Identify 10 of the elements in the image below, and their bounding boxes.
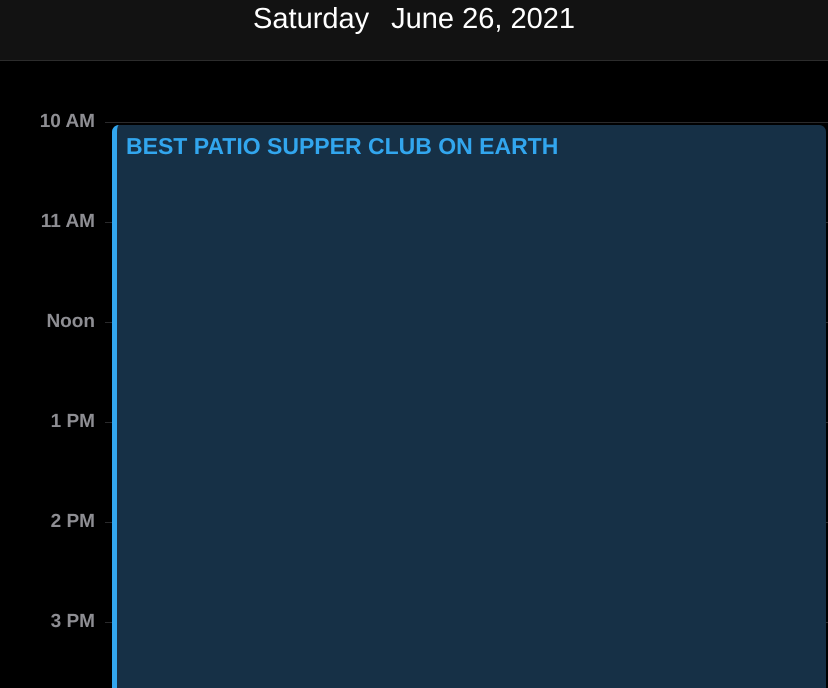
hour-label: Noon [45,311,95,333]
weekday-title: Saturday [253,2,370,37]
hour-label: 11 AM [40,211,95,233]
hour-label: 3 PM [50,611,95,633]
calendar-event[interactable]: BEST PATIO SUPPER CLUB ON EARTH [112,125,826,688]
hour-label: 1 PM [50,411,95,433]
date-title: June 26, 2021 [391,2,575,37]
event-title: BEST PATIO SUPPER CLUB ON EARTH [126,133,558,159]
hour-label: 2 PM [50,511,95,533]
hour-label: 10 AM [38,111,95,133]
